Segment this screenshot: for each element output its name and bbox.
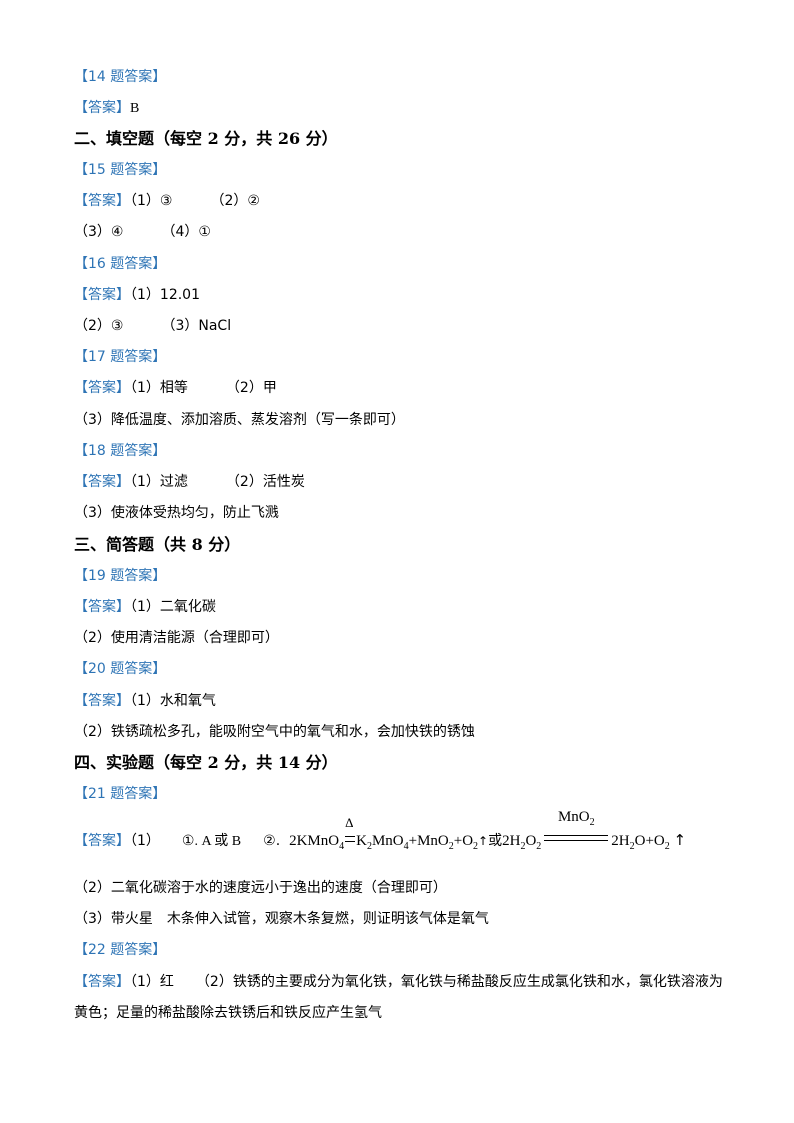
answer-part: （2）甲: [225, 380, 277, 396]
answer-part: （3）④: [74, 224, 124, 240]
answer-part: （2）③: [74, 318, 124, 334]
answer-part: （4）①: [161, 224, 211, 240]
answer-tag: 【答案】: [74, 193, 130, 209]
subscript: 2: [536, 841, 542, 852]
gas-arrow-icon: ↑: [673, 831, 687, 849]
answer-part: （2）铁锈的主要成分为氧化铁，氧化铁与稀盐酸反应生成氯化铁和水，氯化铁溶液为: [195, 974, 723, 990]
question-tag: 【18 题答案】: [74, 443, 167, 459]
reactant: O: [525, 833, 537, 849]
question-tag: 【21 题答案】: [74, 786, 167, 802]
question-tag: 【19 题答案】: [74, 568, 167, 584]
answer-text: （1）水和氧气: [130, 693, 216, 709]
answer-text: （1）二氧化碳: [130, 599, 216, 615]
answer-part-label: （1）: [130, 833, 160, 849]
answer-text: B: [130, 101, 140, 116]
product: 2H: [611, 833, 630, 849]
section-heading-fill-in: 二、填空题（每空 2 分，共 26 分）: [74, 129, 338, 148]
answer-tag: 【答案】: [74, 833, 130, 849]
answer-part: （3）NaCl: [161, 318, 232, 334]
answer-tag: 【答案】: [74, 287, 130, 303]
q16-answer: 【答案】（1）12.01: [74, 285, 200, 305]
q21-answer-cont-3: （3）带火星 木条伸入试管，观察木条复燃，则证明该气体是氧气: [74, 911, 489, 927]
gas-arrow-icon: ↑: [478, 834, 489, 848]
q14-answer: 【答案】B: [74, 98, 139, 119]
reactant: 2KMnO: [289, 833, 340, 849]
q18-answer-cont: （3）使液体受热均匀，防止飞溅: [74, 505, 279, 521]
q21-answer: 【答案】（1） ①. A 或 B ②. 2KMnO4 Δ K2MnO4+MnO2+O2↑…: [74, 809, 687, 852]
question-tag: 【17 题答案】: [74, 349, 167, 365]
q17-answer-cont: （3）降低温度、添加溶质、蒸发溶剂（写一条即可）: [74, 412, 405, 428]
catalyst-label: MnO2: [557, 809, 595, 828]
product: MnO: [371, 833, 404, 849]
q17-heading: 【17 题答案】: [74, 347, 166, 367]
answer-tag: 【答案】: [74, 693, 130, 709]
or-text: 或: [488, 833, 503, 849]
q16-heading: 【16 题答案】: [74, 254, 166, 274]
q18-heading: 【18 题答案】: [74, 441, 166, 461]
q22-heading: 【22 题答案】: [74, 940, 166, 960]
question-tag: 【15 题答案】: [74, 162, 167, 178]
q15-answer: 【答案】（1）③ （2）②: [74, 191, 260, 211]
equation-h2o2-decomposition: 2H2O2 MnO2 2H2O+O2 ↑: [502, 809, 687, 852]
answer-option-1: ①. A 或 B: [181, 834, 242, 849]
q18-answer: 【答案】（1）过滤 （2）活性炭: [74, 472, 305, 492]
answer-part: （1）12.01: [130, 287, 200, 303]
answer-part: （1）红: [130, 974, 174, 990]
q20-answer-cont: （2）铁锈疏松多孔，能吸附空气中的氧气和水，会加快铁的锈蚀: [74, 724, 475, 740]
answer-tag: 【答案】: [74, 474, 130, 490]
product: O+O: [634, 833, 665, 849]
q21-heading: 【21 题答案】: [74, 784, 166, 804]
answer-part: （1）相等: [130, 380, 188, 396]
q17-answer: 【答案】（1）相等 （2）甲: [74, 378, 277, 398]
q20-answer: 【答案】（1）水和氧气: [74, 691, 216, 711]
answer-part: （2）活性炭: [225, 474, 305, 490]
q22-answer-cont: 黄色；足量的稀盐酸除去铁锈后和铁反应产生氢气: [74, 1005, 382, 1021]
q15-answer-cont: （3）④ （4）①: [74, 222, 211, 242]
product: +O: [453, 833, 474, 849]
answer-part: （1）③: [130, 193, 173, 209]
delta-symbol: Δ: [345, 815, 354, 830]
answer-sheet-page: 【14 题答案】 【答案】B 二、填空题（每空 2 分，共 26 分） 【15 …: [0, 0, 794, 1123]
q16-answer-cont: （2）③ （3）NaCl: [74, 316, 231, 336]
q14-heading: 【14 题答案】: [74, 67, 166, 87]
answer-tag: 【答案】: [74, 380, 130, 396]
section-heading-experiment: 四、实验题（每空 2 分，共 14 分）: [74, 753, 338, 772]
answer-option-2-label: ②.: [263, 833, 281, 849]
q21-answer-cont-2: （2）二氧化碳溶于水的速度远小于逸出的速度（合理即可）: [74, 880, 447, 896]
q19-answer: 【答案】（1）二氧化碳: [74, 597, 216, 617]
answer-part: （2）②: [210, 193, 260, 209]
subscript: 2: [664, 841, 670, 852]
question-tag: 【20 题答案】: [74, 661, 167, 677]
question-tag: 【14 题答案】: [74, 69, 167, 85]
section-heading-short-answer: 三、简答题（共 8 分）: [74, 535, 241, 554]
question-tag: 【16 题答案】: [74, 256, 167, 272]
q20-heading: 【20 题答案】: [74, 659, 166, 679]
reactant: 2H: [502, 833, 521, 849]
heat-condition-sign: Δ: [344, 816, 356, 851]
q19-answer-cont: （2）使用清洁能源（合理即可）: [74, 630, 279, 646]
answer-tag: 【答案】: [74, 974, 130, 990]
answer-tag: 【答案】: [74, 100, 130, 116]
q15-heading: 【15 题答案】: [74, 160, 166, 180]
product: +MnO: [408, 833, 449, 849]
answer-part: （1）过滤: [130, 474, 188, 490]
question-tag: 【22 题答案】: [74, 942, 167, 958]
q22-answer: 【答案】（1）红 （2）铁锈的主要成分为氧化铁，氧化铁与稀盐酸反应生成氯化铁和水，…: [74, 972, 723, 992]
equation-kmno4-decomposition: 2KMnO4 Δ K2MnO4+MnO2+O2↑: [289, 816, 489, 852]
q19-heading: 【19 题答案】: [74, 566, 166, 586]
product: K: [356, 833, 367, 849]
answer-tag: 【答案】: [74, 599, 130, 615]
catalyst-condition-sign: MnO2: [544, 809, 609, 851]
